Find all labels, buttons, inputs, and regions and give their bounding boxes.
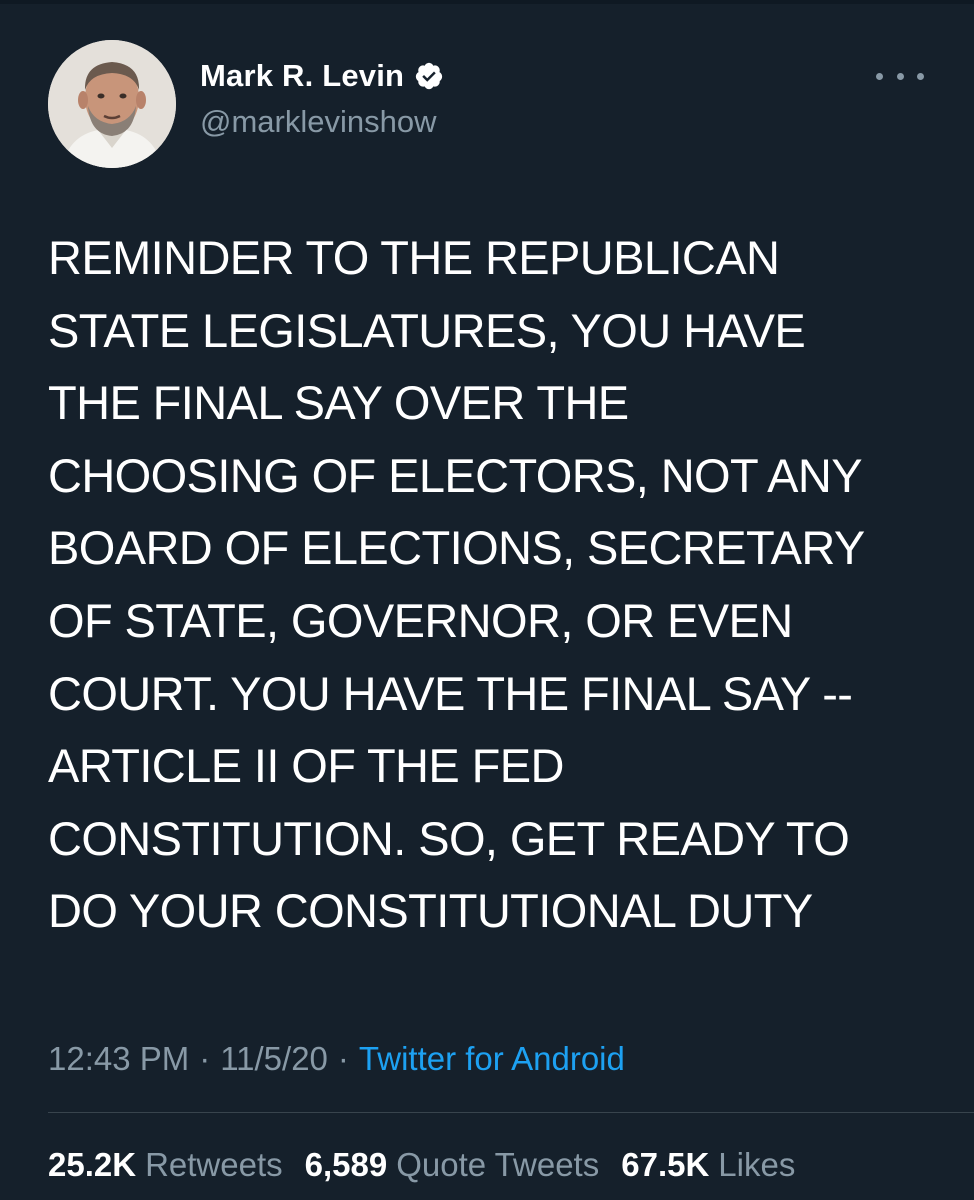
verified-badge-icon	[414, 61, 444, 91]
tweet-text: REMINDER TO THE REPUBLICAN STATE LEGISLA…	[48, 222, 948, 948]
more-dot	[896, 72, 904, 80]
top-edge	[0, 0, 974, 4]
likes-count: 67.5K	[621, 1146, 710, 1183]
tweet-time[interactable]: 12:43 PM	[48, 1040, 189, 1078]
more-dot	[876, 72, 883, 80]
tweet-date[interactable]: 11/5/20	[220, 1040, 328, 1078]
more-dot	[917, 72, 924, 80]
tweet-source-link[interactable]: Twitter for Android	[359, 1040, 625, 1078]
tweet-text-line: OF STATE, GOVERNOR, OR EVEN	[48, 593, 793, 647]
tweet-stats: 25.2K Retweets 6,589 Quote Tweets 67.5K …	[48, 1143, 817, 1187]
tweet-text-line: BOARD OF ELECTIONS, SECRETARY	[48, 521, 865, 575]
meta-separator: ·	[337, 1040, 349, 1077]
author-name-row[interactable]: Mark R. Levin	[200, 55, 444, 97]
tweet-text-line: ARTICLE II OF THE FED	[48, 739, 564, 793]
tweet-text-line: REMINDER TO THE REPUBLICAN	[48, 231, 780, 284]
author-handle[interactable]: @marklevinshow	[200, 104, 436, 140]
retweets-label: Retweets	[145, 1146, 283, 1183]
profile-photo	[48, 40, 176, 168]
meta-separator: ·	[199, 1040, 211, 1077]
avatar[interactable]	[48, 40, 176, 168]
tweet-text-line: CHOOSING OF ELECTORS, NOT ANY	[48, 448, 863, 502]
tweet-meta: 12:43 PM · 11/5/20 · Twitter for Android	[48, 1038, 625, 1080]
tweet-text-line: DO YOUR CONSTITUTIONAL DUTY	[48, 884, 813, 938]
tweet-text-line: CONSTITUTION. SO, GET READY TO	[48, 811, 850, 865]
author-display-name[interactable]: Mark R. Levin	[200, 58, 404, 94]
divider	[48, 1112, 974, 1113]
tweet-text-line: STATE LEGISLATURES, YOU HAVE	[48, 303, 806, 357]
likes-stat[interactable]: 67.5K Likes	[621, 1146, 795, 1184]
quote-tweets-label: Quote Tweets	[396, 1146, 600, 1183]
more-horizontal-icon[interactable]	[876, 64, 924, 88]
likes-label: Likes	[718, 1146, 796, 1183]
retweets-stat[interactable]: 25.2K Retweets	[48, 1146, 283, 1184]
retweets-count: 25.2K	[48, 1146, 137, 1183]
tweet-text-line: THE FINAL SAY OVER THE	[48, 376, 629, 430]
quote-tweets-count: 6,589	[304, 1146, 388, 1183]
quote-tweets-stat[interactable]: 6,589 Quote Tweets	[305, 1146, 600, 1184]
tweet-text-line: COURT. YOU HAVE THE FINAL SAY --	[48, 666, 853, 720]
